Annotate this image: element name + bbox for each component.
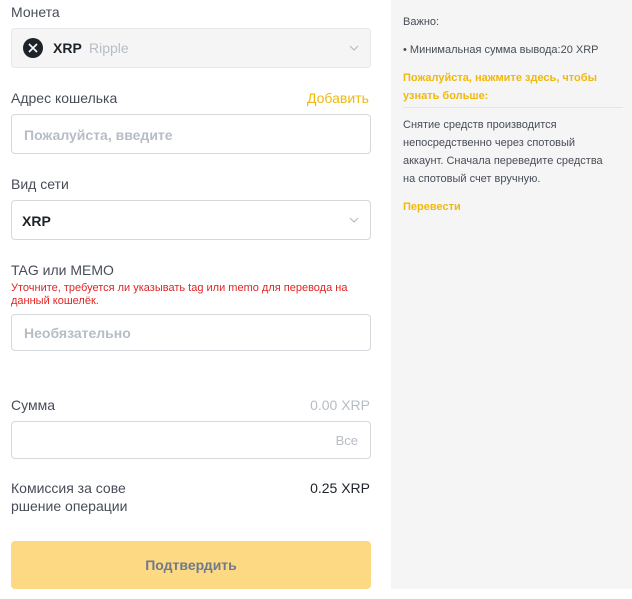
spot-account-note: Снятие средств производится непосредстве…: [403, 119, 603, 185]
confirm-button[interactable]: Подтвердить: [11, 541, 371, 589]
tag-memo-input[interactable]: Необязательно: [11, 314, 371, 351]
amount-label: Сумма: [11, 397, 55, 413]
coin-label: Монета: [11, 4, 60, 20]
wallet-address-placeholder: Пожалуйста, введите: [24, 127, 173, 143]
xrp-coin-icon: [23, 38, 43, 58]
coin-name: Ripple: [89, 40, 129, 56]
fee-value: 0.25 XRP: [310, 480, 370, 496]
info-panel: Важно: • Минимальная сумма вывода:20 XRP…: [391, 0, 632, 589]
amount-input[interactable]: Все: [11, 421, 371, 459]
amount-balance: 0.00 XRP: [310, 397, 370, 413]
network-label: Вид сети: [11, 176, 69, 192]
coin-symbol: XRP: [53, 40, 82, 56]
amount-all-button[interactable]: Все: [336, 433, 358, 448]
wallet-address-label: Адрес кошелька: [11, 90, 118, 106]
panel-divider: [403, 107, 623, 108]
wallet-address-input[interactable]: Пожалуйста, введите: [11, 114, 371, 154]
tag-memo-label: TAG или MEMO: [11, 262, 114, 278]
min-withdraw-note: • Минимальная сумма вывода:20 XRP: [403, 44, 599, 56]
tag-memo-placeholder: Необязательно: [24, 325, 131, 341]
network-value: XRP: [22, 213, 51, 229]
tag-memo-warning: Уточните, требуется ли указывать tag или…: [11, 282, 348, 307]
transfer-link[interactable]: Перевести: [403, 198, 618, 216]
network-select[interactable]: XRP: [11, 200, 371, 240]
learn-more-link[interactable]: Пожалуйста, нажмите здесь, чтобы узнать …: [403, 69, 618, 105]
add-address-link[interactable]: Добавить: [307, 90, 369, 106]
chevron-down-icon: [348, 214, 360, 226]
coin-select[interactable]: XRP Ripple: [11, 28, 371, 68]
info-title: Важно:: [403, 16, 440, 28]
chevron-down-icon: [348, 42, 360, 54]
fee-label: Комиссия за сове ршение операции: [11, 480, 128, 514]
